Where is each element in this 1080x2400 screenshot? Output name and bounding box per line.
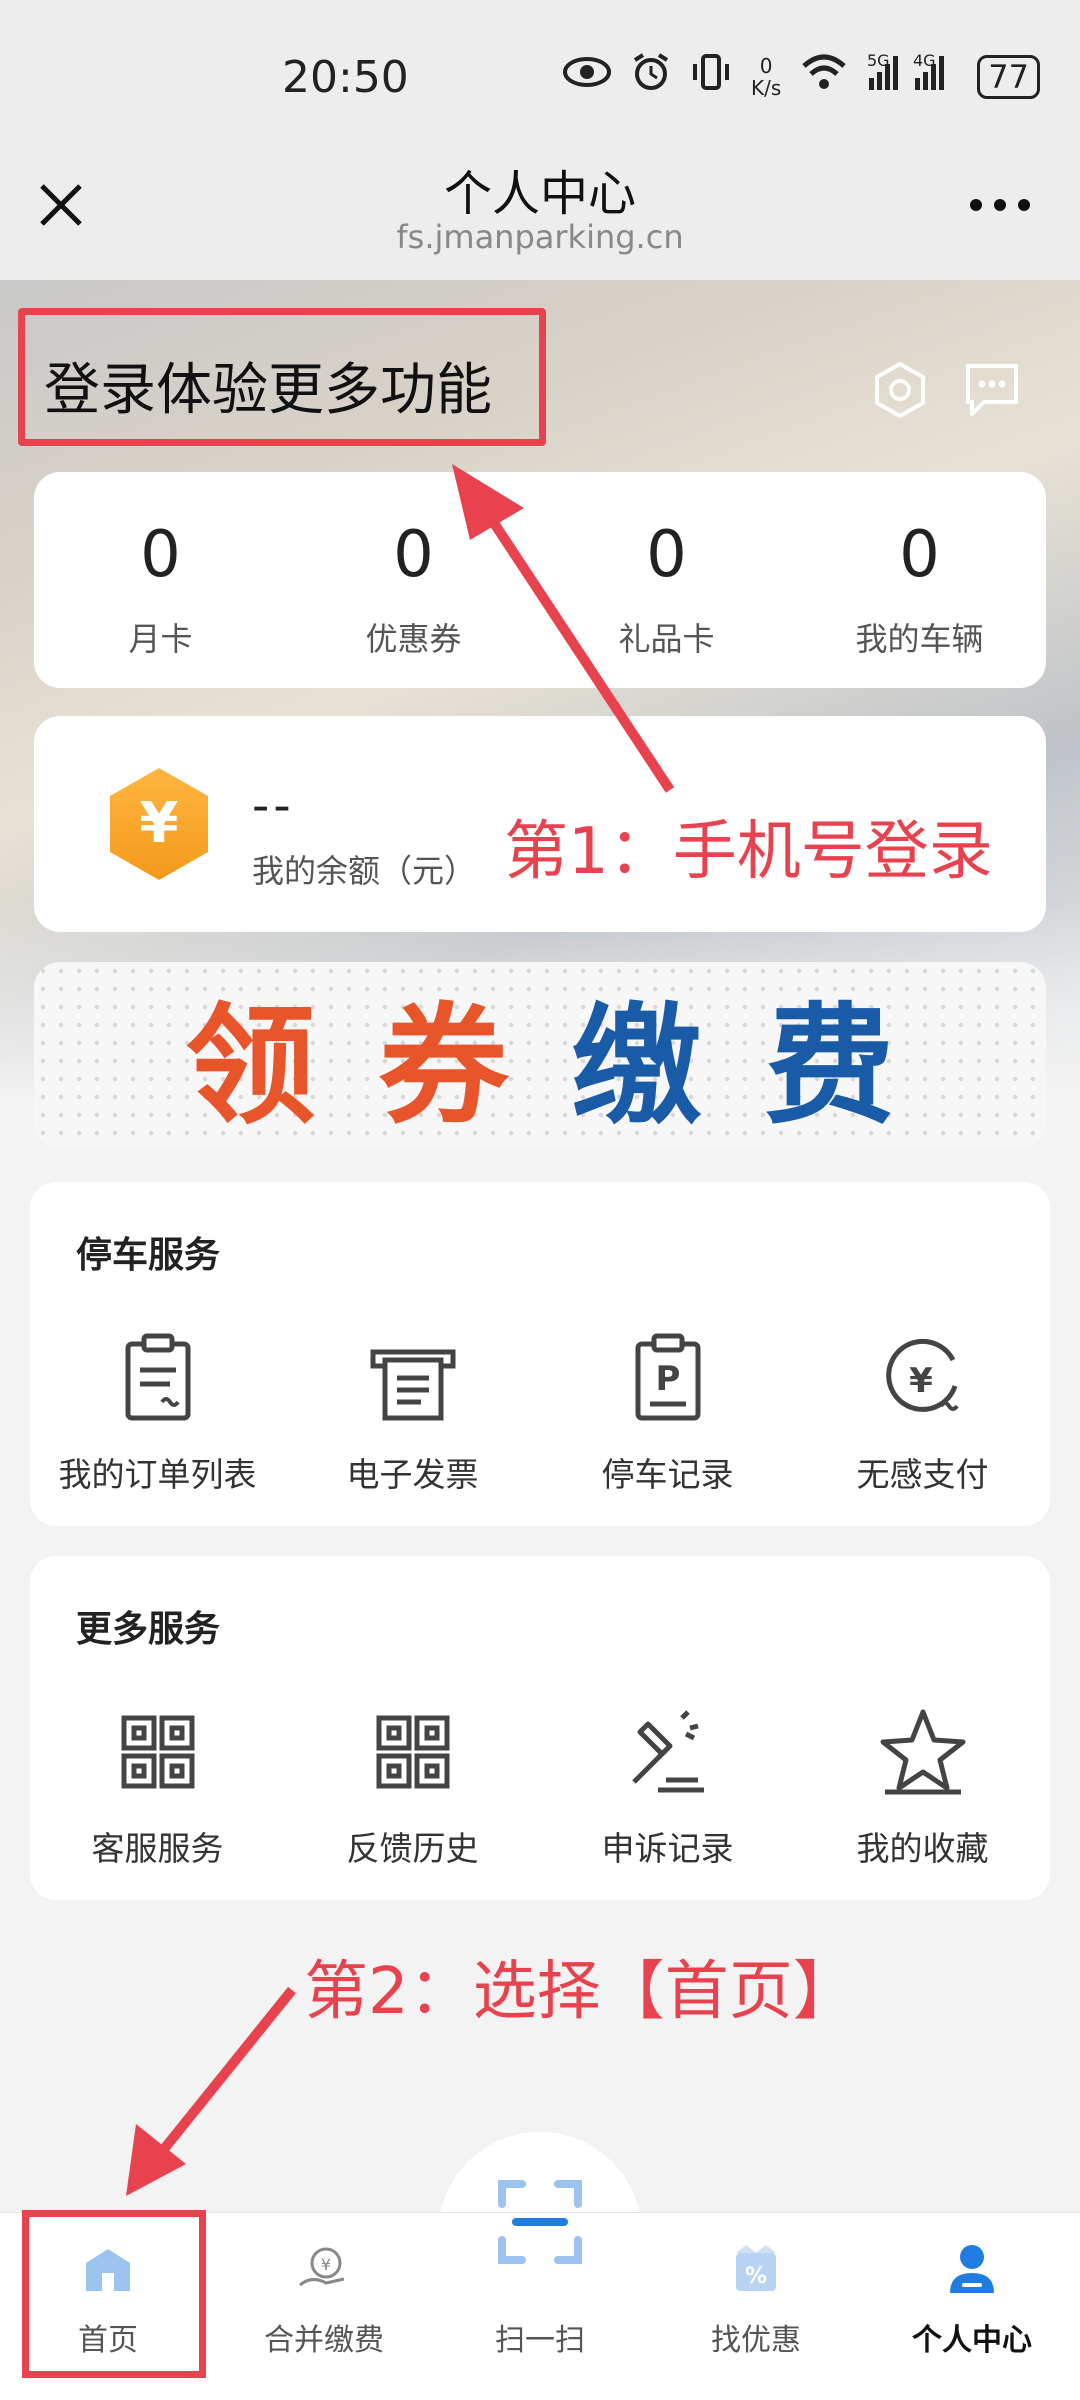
svg-text:¥: ¥ [140,791,179,856]
parking-services-card: 停车服务 我的订单列表 电子发票 P 停车记录 ¥ 无感支付 [30,1182,1050,1526]
feedback-history-icon [376,1715,449,1789]
svg-text:¥: ¥ [909,1361,933,1401]
stats-card: 0 月卡 0 优惠券 0 礼品卡 0 我的车辆 [34,472,1046,688]
coupon-pay-banner[interactable]: 领 券 缴 费 [34,962,1046,1148]
svg-text:¥: ¥ [321,2255,331,2274]
more-services-card: 更多服务 客服服务 反馈历史 申诉记录 我的收藏 [30,1556,1050,1900]
appeal-record-icon [631,1710,704,1793]
banner-char: 费 [764,989,895,1142]
svg-text:P: P [655,1359,680,1399]
service-auto-pay[interactable]: ¥ 无感支付 [795,1330,1050,1496]
invoice-icon [370,1349,455,1421]
balance-label: 我的余额（元） [252,852,477,890]
stat-my-vehicles[interactable]: 0 我的车辆 [793,472,1046,688]
nav-merge-pay[interactable]: ¥ 合并缴费 [216,2213,432,2400]
customer-service-icon [121,1715,194,1789]
nav-discounts[interactable]: % 找优惠 [648,2213,864,2400]
status-icons: 0 K/s 5G 4G 77 [563,51,1040,101]
nav-profile[interactable]: 个人中心 [864,2213,1080,2400]
yen-icon: ¥ [110,768,208,880]
signal-icon: 5G 4G [867,51,957,101]
svg-text:%: % [745,2264,767,2289]
status-time: 20:50 [282,52,409,103]
favorites-icon [880,1709,965,1795]
discount-icon: % [736,2245,776,2291]
battery-icon: 77 [977,54,1040,99]
service-order-list[interactable]: 我的订单列表 [30,1330,285,1496]
message-icon[interactable] [962,360,1022,420]
order-list-icon [125,1333,190,1421]
page-url: fs.jmanparking.cn [396,218,684,256]
annotation-step-2: 第2：选择【首页】 [304,1955,857,2029]
stat-gift-cards[interactable]: 0 礼品卡 [540,472,793,688]
section-title: 更多服务 [76,1609,221,1650]
service-customer-service[interactable]: 客服服务 [30,1704,285,1870]
header: 个人中心 fs.jmanparking.cn [0,140,1080,280]
vibrate-icon [691,52,731,101]
service-appeal-record[interactable]: 申诉记录 [540,1704,795,1870]
auto-pay-icon: ¥ [885,1338,959,1412]
annotation-arrow-2 [126,1986,296,2196]
page-title: 个人中心 [443,166,636,222]
stat-monthly-card[interactable]: 0 月卡 [34,472,287,688]
banner-char: 券 [378,989,509,1142]
service-feedback-history[interactable]: 反馈历史 [285,1704,540,1870]
section-title: 停车服务 [76,1235,221,1276]
profile-icon [950,2245,994,2293]
net-speed: 0 K/s [751,53,782,100]
wifi-icon [801,54,847,99]
status-bar: 20:50 0 K/s 5G 4G 77 [0,0,1080,140]
balance-value: -- [252,778,295,834]
settings-hexagon-icon[interactable] [870,360,930,420]
service-parking-record[interactable]: P 停车记录 [540,1330,795,1496]
banner-char: 领 [185,989,316,1142]
scan-icon[interactable] [494,2176,586,2268]
service-favorites[interactable]: 我的收藏 [795,1704,1050,1870]
annotation-highlight-login [18,308,546,446]
more-options-button[interactable] [970,190,1030,220]
merge-pay-icon: ¥ [299,2247,345,2287]
stat-coupons[interactable]: 0 优惠券 [287,472,540,688]
service-e-invoice[interactable]: 电子发票 [285,1330,540,1496]
annotation-step-1: 第1：手机号登录 [504,815,993,889]
alarm-icon [631,52,671,101]
banner-char: 缴 [571,989,702,1142]
annotation-highlight-home [22,2210,206,2378]
parking-record-icon: P [635,1333,700,1421]
eye-icon [563,56,611,97]
